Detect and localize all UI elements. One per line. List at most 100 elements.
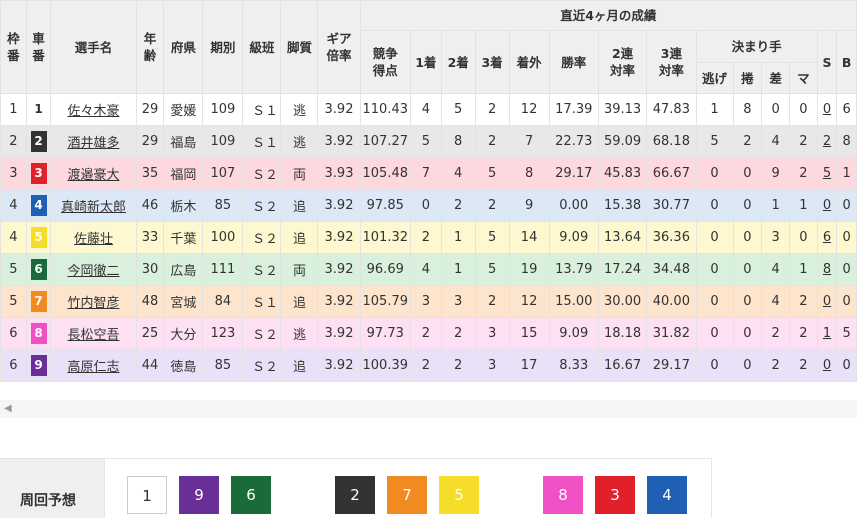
table-row: 1 1 佐々木豪 29 愛媛 109 Ｓ１ 逃 3.92 110.43 4 5 2 12 17.39 39.1…	[0, 93, 857, 126]
rider-name-link[interactable]: 長松空吾	[67, 328, 119, 343]
cell-quinella: 59.09	[597, 125, 648, 158]
cell-pref: 徳島	[163, 349, 204, 382]
cell-gear: 3.92	[317, 125, 361, 158]
cell-score: 105.48	[359, 157, 411, 190]
cell-trifecta: 47.83	[646, 93, 697, 126]
cell-score: 97.73	[359, 317, 411, 350]
cell-third: 2	[474, 125, 510, 158]
cell-period: 123	[202, 317, 244, 350]
cell-s: 0	[816, 189, 838, 222]
cell-winrate: 9.09	[548, 317, 599, 350]
cell-quinella: 17.24	[597, 253, 648, 286]
prediction-box: 5	[439, 476, 479, 514]
cell-sha: 1	[25, 93, 52, 126]
cell-out: 17	[508, 349, 550, 382]
header-makuri: 捲	[732, 62, 763, 94]
cell-sha: 4	[25, 189, 52, 222]
start-count-link[interactable]: 0	[823, 294, 831, 309]
cell-sashi: 4	[761, 253, 790, 286]
cell-sashi: 0	[761, 93, 790, 126]
cell-trifecta: 66.67	[646, 157, 697, 190]
cell-waku: 4	[0, 189, 27, 222]
cell-s: 0	[816, 93, 838, 126]
cell-age: 30	[135, 253, 165, 286]
cell-ma: 2	[789, 157, 818, 190]
table-row: 2 2 酒井雄多 29 福島 109 Ｓ１ 逃 3.92 107.27 5 8 2 7 22.73 59.09…	[0, 125, 857, 158]
start-count-link[interactable]: 5	[823, 166, 831, 181]
cell-trifecta: 36.36	[646, 221, 697, 254]
start-count-link[interactable]: 2	[823, 134, 831, 149]
cell-cls: Ｓ１	[242, 93, 282, 126]
rider-name-link[interactable]: 佐々木豪	[67, 104, 119, 119]
rider-name-link[interactable]: 酒井雄多	[67, 136, 119, 151]
cell-score: 97.85	[359, 189, 411, 222]
cell-out: 8	[508, 157, 550, 190]
cell-nige: 0	[695, 253, 734, 286]
cell-b: 0	[836, 221, 857, 254]
rider-name-link[interactable]: 佐藤壮	[74, 232, 113, 247]
header-gear-label: ギア倍率	[326, 31, 352, 63]
rider-name-link[interactable]: 真崎新太郎	[61, 200, 126, 215]
cell-winrate: 13.79	[548, 253, 599, 286]
scroll-left-icon[interactable]: ◀	[4, 403, 12, 414]
cell-third: 3	[474, 349, 510, 382]
cell-third: 2	[474, 189, 510, 222]
cell-nige: 0	[695, 317, 734, 350]
cell-pref: 大分	[163, 317, 204, 350]
cell-second: 5	[440, 93, 476, 126]
prediction-box: 3	[595, 476, 635, 514]
cell-style: 追	[280, 221, 319, 254]
cell-winrate: 9.09	[548, 221, 599, 254]
prediction-box: 7	[387, 476, 427, 514]
cell-gear: 3.92	[317, 189, 361, 222]
cell-out: 7	[508, 125, 550, 158]
cell-name: 佐々木豪	[50, 93, 137, 126]
table-row: 3 3 渡邉豪大 35 福岡 107 Ｓ２ 両 3.93 105.48 7 4 5 8 29.17 45.83…	[0, 157, 857, 190]
bike-number-badge: 2	[30, 131, 47, 152]
header-kimarite: 決まり手	[695, 30, 818, 63]
cell-trifecta: 30.77	[646, 189, 697, 222]
start-count-link[interactable]: 0	[823, 102, 831, 117]
table-row: 6 8 長松空吾 25 大分 123 Ｓ２ 逃 3.92 97.73 2 2 3 15 9.09 18.18 3…	[0, 317, 857, 350]
rider-name-link[interactable]: 竹内智彦	[67, 296, 119, 311]
cell-makuri: 0	[732, 317, 763, 350]
cell-sha: 6	[25, 253, 52, 286]
horizontal-scrollbar[interactable]: ◀	[0, 400, 857, 418]
cell-pref: 千葉	[163, 221, 204, 254]
prediction-box: 1	[127, 476, 167, 514]
cell-nige: 5	[695, 125, 734, 158]
cell-ma: 0	[789, 93, 818, 126]
cell-second: 1	[440, 221, 476, 254]
start-count-link[interactable]: 8	[823, 262, 831, 277]
rider-name-link[interactable]: 高原仁志	[67, 360, 119, 375]
cell-period: 111	[202, 253, 244, 286]
header-sashi: 差	[761, 62, 790, 94]
cell-pref: 広島	[163, 253, 204, 286]
cell-age: 44	[135, 349, 165, 382]
start-count-link[interactable]: 1	[823, 326, 831, 341]
cell-waku: 2	[0, 125, 27, 158]
cell-cls: Ｓ２	[242, 349, 282, 382]
cell-style: 両	[280, 157, 319, 190]
header-name: 選手名	[50, 0, 137, 94]
cell-age: 35	[135, 157, 165, 190]
cell-s: 2	[816, 125, 838, 158]
rider-name-link[interactable]: 今岡徹二	[67, 264, 119, 279]
cell-makuri: 8	[732, 93, 763, 126]
rider-name-link[interactable]: 渡邉豪大	[67, 168, 119, 183]
start-count-link[interactable]: 0	[823, 198, 831, 213]
cell-score: 96.69	[359, 253, 411, 286]
cell-out: 14	[508, 221, 550, 254]
start-count-link[interactable]: 6	[823, 230, 831, 245]
cell-gear: 3.92	[317, 221, 361, 254]
cell-nige: 0	[695, 349, 734, 382]
bike-number-badge: 3	[30, 163, 47, 184]
cell-name: 竹内智彦	[50, 285, 137, 318]
cell-makuri: 0	[732, 157, 763, 190]
cell-second: 1	[440, 253, 476, 286]
table-row: 4 5 佐藤壮 33 千葉 100 Ｓ２ 追 3.92 101.32 2 1 5 14 9.09 13.64 3…	[0, 221, 857, 254]
table-row: 4 4 真崎新太郎 46 栃木 85 Ｓ２ 追 3.92 97.85 0 2 2 9 0.00 15.38 30…	[0, 189, 857, 222]
cell-b: 6	[836, 93, 857, 126]
start-count-link[interactable]: 0	[823, 358, 831, 373]
cell-b: 0	[836, 189, 857, 222]
